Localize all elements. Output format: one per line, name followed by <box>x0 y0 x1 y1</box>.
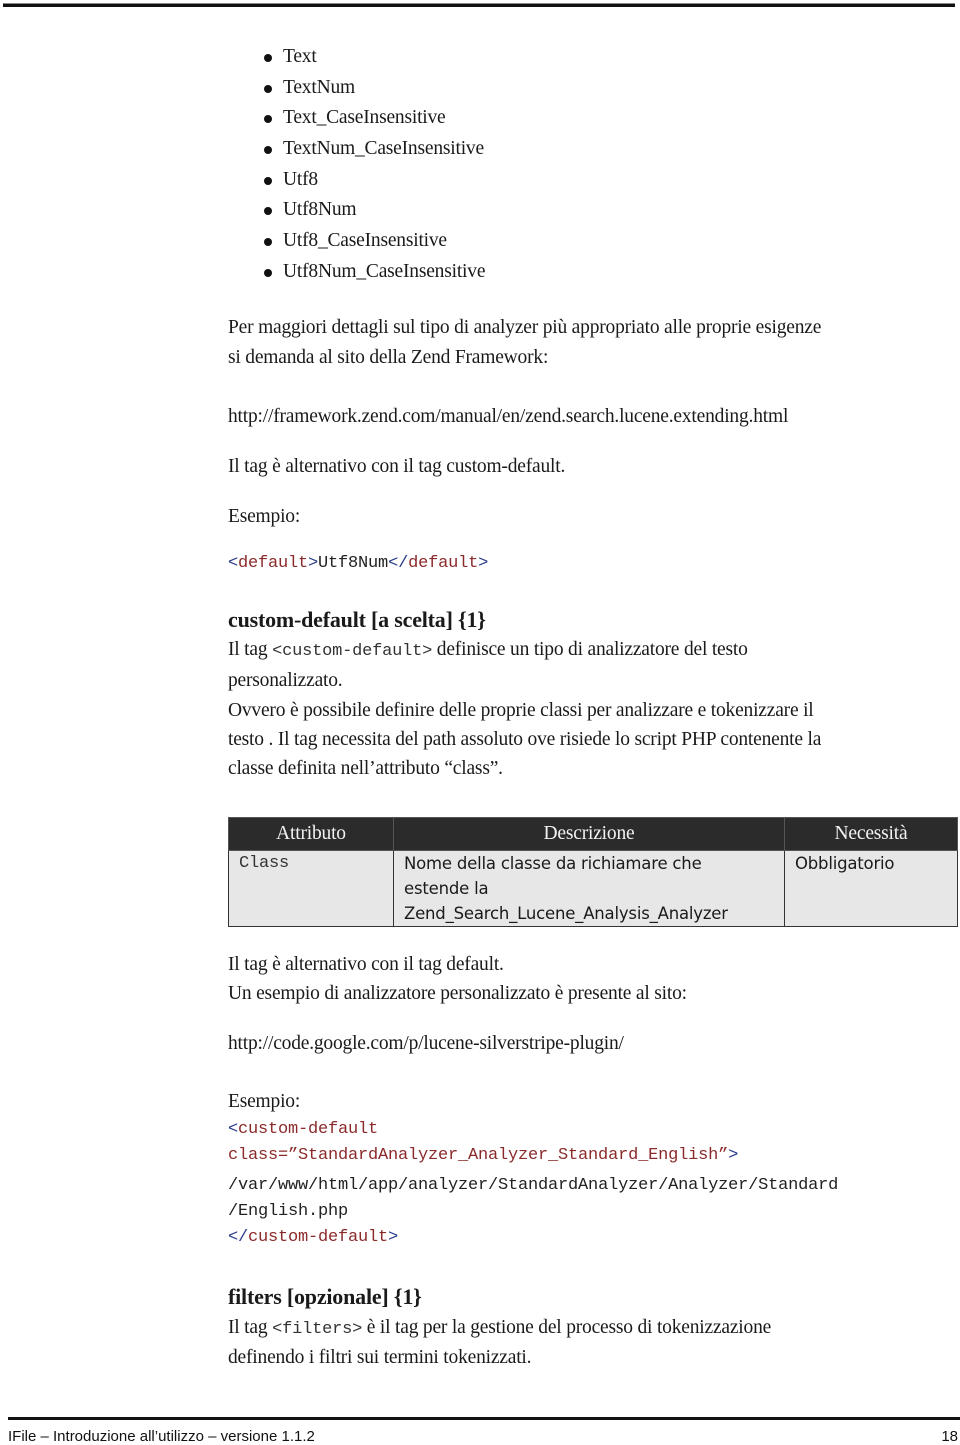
bullet-icon <box>264 115 272 124</box>
silverstripe-plugin-link[interactable]: http://code.google.com/p/lucene-silverst… <box>228 1033 624 1055</box>
example-label: Esempio: <box>228 506 301 527</box>
filters-desc-line1: Il tag <filters> è il tag per la gestion… <box>228 1317 772 1339</box>
intro-paragraph-line2: si demanda al sito della Zend Framework: <box>228 347 549 368</box>
custom-default-desc-line1: Il tag <custom-default> definisce un tip… <box>228 639 748 661</box>
example-code-line3: /var/www/html/app/analyzer/StandardAnaly… <box>228 1176 839 1195</box>
example-code-line2: class=”StandardAnalyzer_Analyzer_Standar… <box>228 1146 739 1165</box>
section-heading-filters: filters [opzionale] {1} <box>228 1284 422 1309</box>
bullet-icon <box>264 207 272 216</box>
section-heading-custom-default: custom-default [a scelta] {1} <box>228 607 486 632</box>
cell-necessity: Obbligatorio <box>784 850 958 927</box>
header-rule <box>3 3 955 7</box>
bullet-icon <box>264 84 272 93</box>
footer-rule <box>8 1417 960 1420</box>
custom-default-desc-line4: testo . Il tag necessita del path assolu… <box>228 729 822 750</box>
table-header-row: Attributo Descrizione Necessità <box>228 817 958 851</box>
example-site-note: Un esempio di analizzatore personalizzat… <box>228 983 687 1004</box>
bullet-icon <box>264 176 272 185</box>
column-header-attributo: Attributo <box>228 817 394 851</box>
custom-default-desc-line2: personalizzato. <box>228 670 343 691</box>
example-code-default: <default>Utf8Num</default> <box>228 554 489 573</box>
list-item: Utf8 <box>264 165 485 196</box>
bullet-icon <box>264 238 272 247</box>
page-number: 18 <box>941 1428 958 1445</box>
bullet-icon <box>264 146 272 155</box>
list-item: Utf8Num_CaseInsensitive <box>264 257 485 288</box>
attribute-table: Attributo Descrizione Necessità Class No… <box>228 817 958 927</box>
example-code-line1: <custom-default <box>228 1120 379 1139</box>
alternative-note-default: Il tag è alternativo con il tag default. <box>228 954 504 975</box>
bullet-icon <box>264 268 272 277</box>
intro-paragraph-line1: Per maggiori dettagli sul tipo di analyz… <box>228 317 822 338</box>
list-item: TextNum_CaseInsensitive <box>264 134 485 165</box>
column-header-necessita: Necessità <box>784 817 958 851</box>
alternative-note: Il tag è alternativo con il tag custom-d… <box>228 456 566 477</box>
list-item: Text_CaseInsensitive <box>264 103 485 134</box>
bullet-icon <box>264 54 272 62</box>
analyzer-list: Text TextNum Text_CaseInsensitive TextNu… <box>264 42 485 288</box>
list-item: Text <box>264 42 485 73</box>
example-code-line5: </custom-default> <box>228 1228 399 1247</box>
cell-attribute: Class <box>228 850 394 927</box>
custom-default-desc-line5: classe definita nell’attributo “class”. <box>228 758 503 779</box>
column-header-descrizione: Descrizione <box>393 817 785 851</box>
zend-docs-link[interactable]: http://framework.zend.com/manual/en/zend… <box>228 406 788 428</box>
footer-title: IFile – Introduzione all’utilizzo – vers… <box>8 1428 315 1445</box>
example-code-line4: /English.php <box>228 1202 349 1221</box>
example-label-custom: Esempio: <box>228 1091 301 1112</box>
custom-default-desc-line3: Ovvero è possibile definire delle propri… <box>228 700 814 721</box>
cell-description: Nome della classe da richiamare che este… <box>393 850 785 927</box>
filters-desc-line2: definendo i filtri sui termini tokenizza… <box>228 1347 532 1368</box>
list-item: Utf8Num <box>264 195 485 226</box>
table-row: Class Nome della classe da richiamare ch… <box>228 850 958 927</box>
list-item: TextNum <box>264 73 485 104</box>
list-item: Utf8_CaseInsensitive <box>264 226 485 257</box>
